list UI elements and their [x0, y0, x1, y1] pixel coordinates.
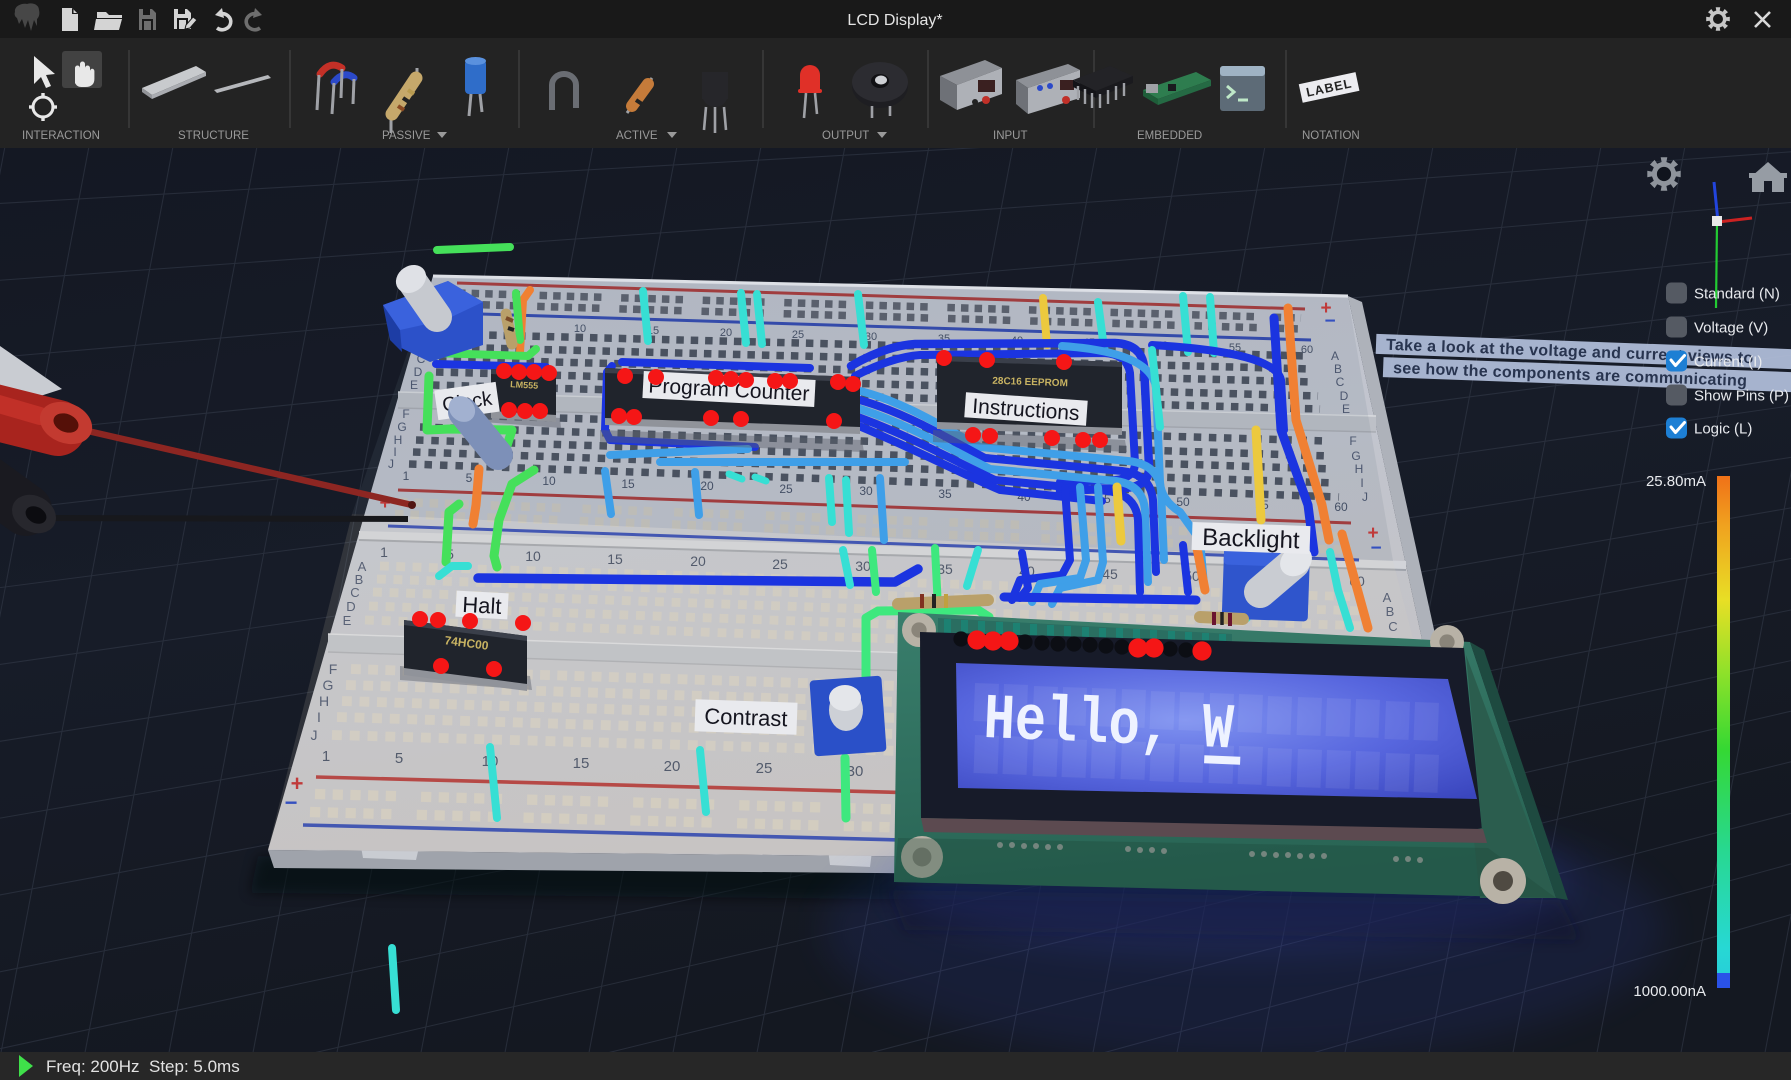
svg-text:PASSIVE: PASSIVE [382, 130, 431, 142]
svg-text:NOTATION: NOTATION [1302, 130, 1360, 142]
svg-text:Current (I): Current (I) [1694, 354, 1762, 371]
svg-text:Backlight: Backlight [1202, 524, 1301, 554]
svg-text:EMBEDDED: EMBEDDED [1137, 130, 1202, 142]
svg-text:25.80mA: 25.80mA [1646, 473, 1706, 490]
svg-text:Standard (N): Standard (N) [1694, 286, 1780, 303]
svg-text:Show Pins (P): Show Pins (P) [1694, 388, 1789, 405]
svg-text:1000.00nA: 1000.00nA [1633, 983, 1706, 1000]
svg-text:INPUT: INPUT [993, 130, 1028, 142]
svg-text:Hello, W: Hello, W [982, 685, 1235, 767]
svg-text:−: − [1370, 538, 1381, 559]
svg-text:Voltage (V): Voltage (V) [1694, 320, 1768, 337]
svg-text:Freq: 200Hz Step: 5.0ms: Freq: 200Hz Step: 5.0ms [46, 1057, 240, 1076]
svg-text:INTERACTION: INTERACTION [22, 130, 100, 142]
svg-text:STRUCTURE: STRUCTURE [178, 130, 249, 142]
svg-text:−: − [1324, 311, 1335, 332]
svg-text:LCD Display*: LCD Display* [847, 12, 942, 29]
svg-text:OUTPUT: OUTPUT [822, 130, 869, 142]
svg-text:Logic (L): Logic (L) [1694, 421, 1752, 438]
svg-text:−: − [285, 790, 298, 815]
svg-text:ACTIVE: ACTIVE [616, 130, 658, 142]
svg-text:LM555: LM555 [510, 379, 539, 391]
svg-text:Contrast: Contrast [704, 703, 788, 731]
